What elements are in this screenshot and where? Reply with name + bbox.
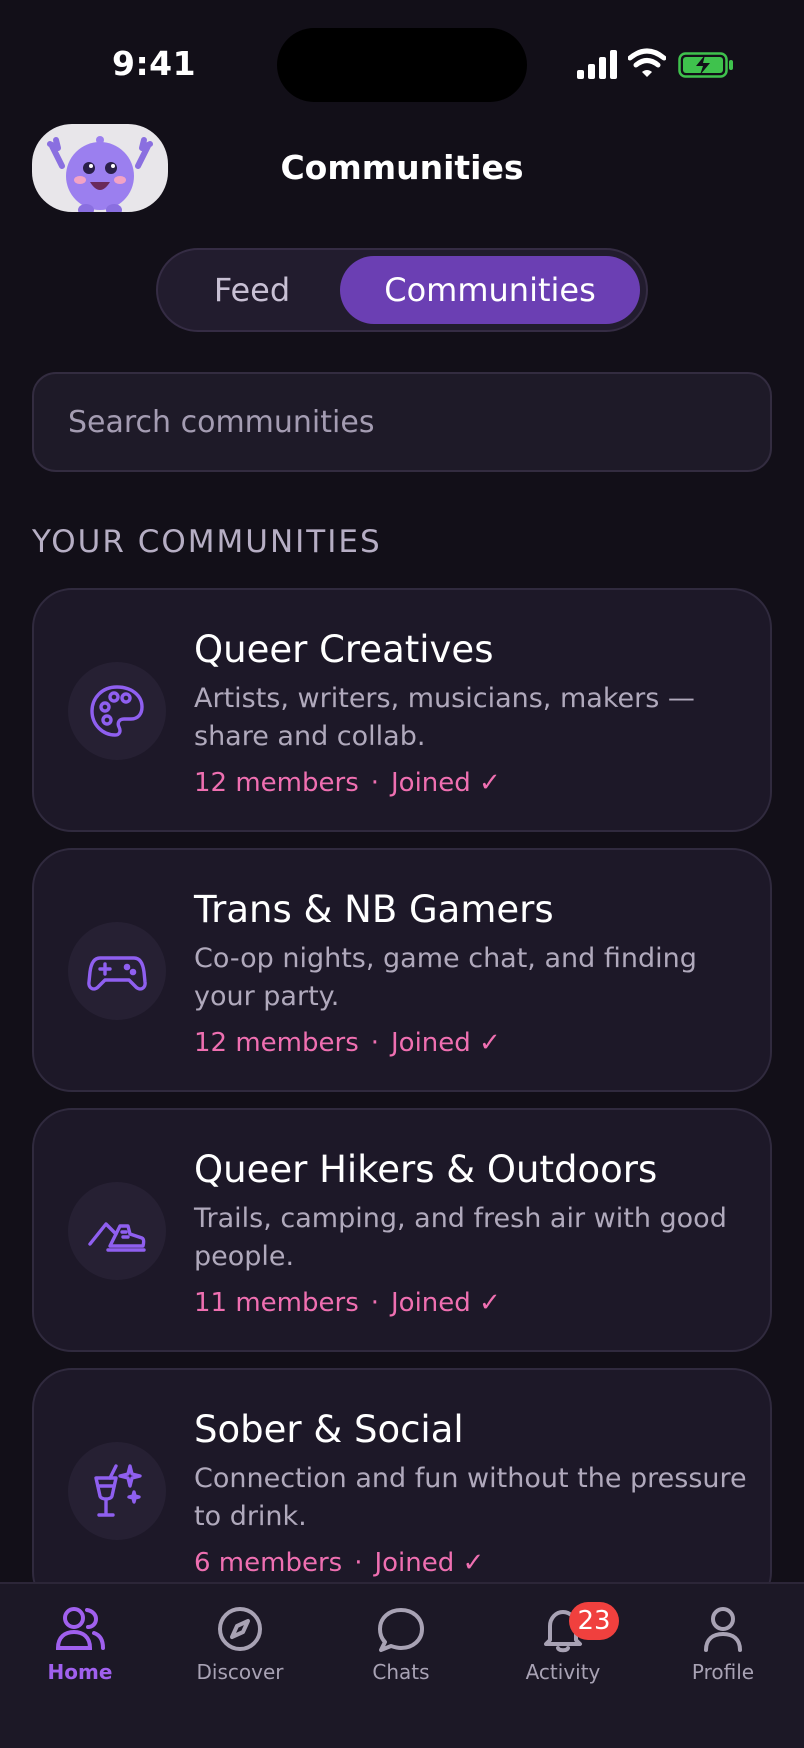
joined-status: Joined ✓ [391,768,501,798]
community-name: Queer Hikers & Outdoors [194,1148,658,1191]
meta-separator: · [370,1028,379,1058]
feed-communities-toggle: Feed Communities [156,248,648,332]
tab-label: Profile [691,1660,755,1684]
community-card[interactable]: Queer Creatives Artists, writers, musici… [32,588,772,832]
tab-label: Activity [525,1660,601,1684]
joined-status: Joined ✓ [391,1028,501,1058]
tab-discover[interactable]: Discover [170,1598,310,1708]
search-input[interactable]: Search communities [32,372,772,472]
compass-icon [218,1607,262,1651]
member-count: 12 members [194,768,359,798]
gamepad-icon [68,922,166,1020]
tab-label: Home [47,1660,113,1684]
community-meta: 6 members · Joined ✓ [194,1548,484,1578]
mocktail-sparkle-icon [68,1442,166,1540]
hiking-boot-icon [68,1182,166,1280]
joined-status: Joined ✓ [391,1288,501,1318]
notification-badge: 23 [569,1602,619,1640]
community-meta: 12 members · Joined ✓ [194,768,501,798]
page-title: Communities [280,148,524,187]
community-name: Queer Creatives [194,628,494,671]
section-title: YOUR COMMUNITIES [32,524,382,560]
community-card[interactable]: Sober & Social Connection and fun withou… [32,1368,772,1612]
palette-icon [68,662,166,760]
meta-separator: · [354,1548,363,1578]
tab-activity[interactable]: Activity 23 [493,1598,633,1708]
bottom-tab-bar: Home Discover Chats Activity 23 Profile [0,1582,804,1748]
tab-profile[interactable]: Profile [653,1598,793,1708]
meta-separator: · [370,768,379,798]
community-description: Artists, writers, musicians, makers — sh… [194,683,695,752]
community-card[interactable]: Trans & NB Gamers Co-op nights, game cha… [32,848,772,1092]
users-icon [55,1607,105,1650]
battery-charging-icon [678,52,733,78]
community-card[interactable]: Queer Hikers & Outdoors Trails, camping,… [32,1108,772,1352]
dynamic-island [277,28,527,102]
community-description: Connection and fun without the pressure … [194,1463,747,1532]
community-description: Trails, camping, and fresh air with good… [194,1203,727,1272]
member-count: 11 members [194,1288,359,1318]
community-meta: 12 members · Joined ✓ [194,1028,501,1058]
community-name: Trans & NB Gamers [194,888,554,931]
cellular-signal-icon [577,50,617,79]
joined-status: Joined ✓ [374,1548,485,1578]
community-description: Co-op nights, game chat, and finding you… [194,943,697,1012]
person-icon [704,1607,742,1652]
community-meta: 11 members · Joined ✓ [194,1288,501,1318]
tab-communities[interactable]: Communities [340,256,640,324]
community-name: Sober & Social [194,1408,464,1451]
meta-separator: · [370,1288,379,1318]
tab-feed[interactable]: Feed [164,256,340,324]
status-bar: 9:41 [0,0,804,120]
tab-label: Discover [196,1660,284,1684]
tab-chats[interactable]: Chats [331,1598,471,1708]
status-time: 9:41 [112,44,197,83]
tab-label: Chats [372,1660,430,1684]
member-count: 6 members [194,1548,343,1578]
member-count: 12 members [194,1028,359,1058]
chat-bubble-icon [378,1608,424,1652]
tab-home[interactable]: Home [10,1598,150,1708]
wifi-icon [628,48,666,77]
